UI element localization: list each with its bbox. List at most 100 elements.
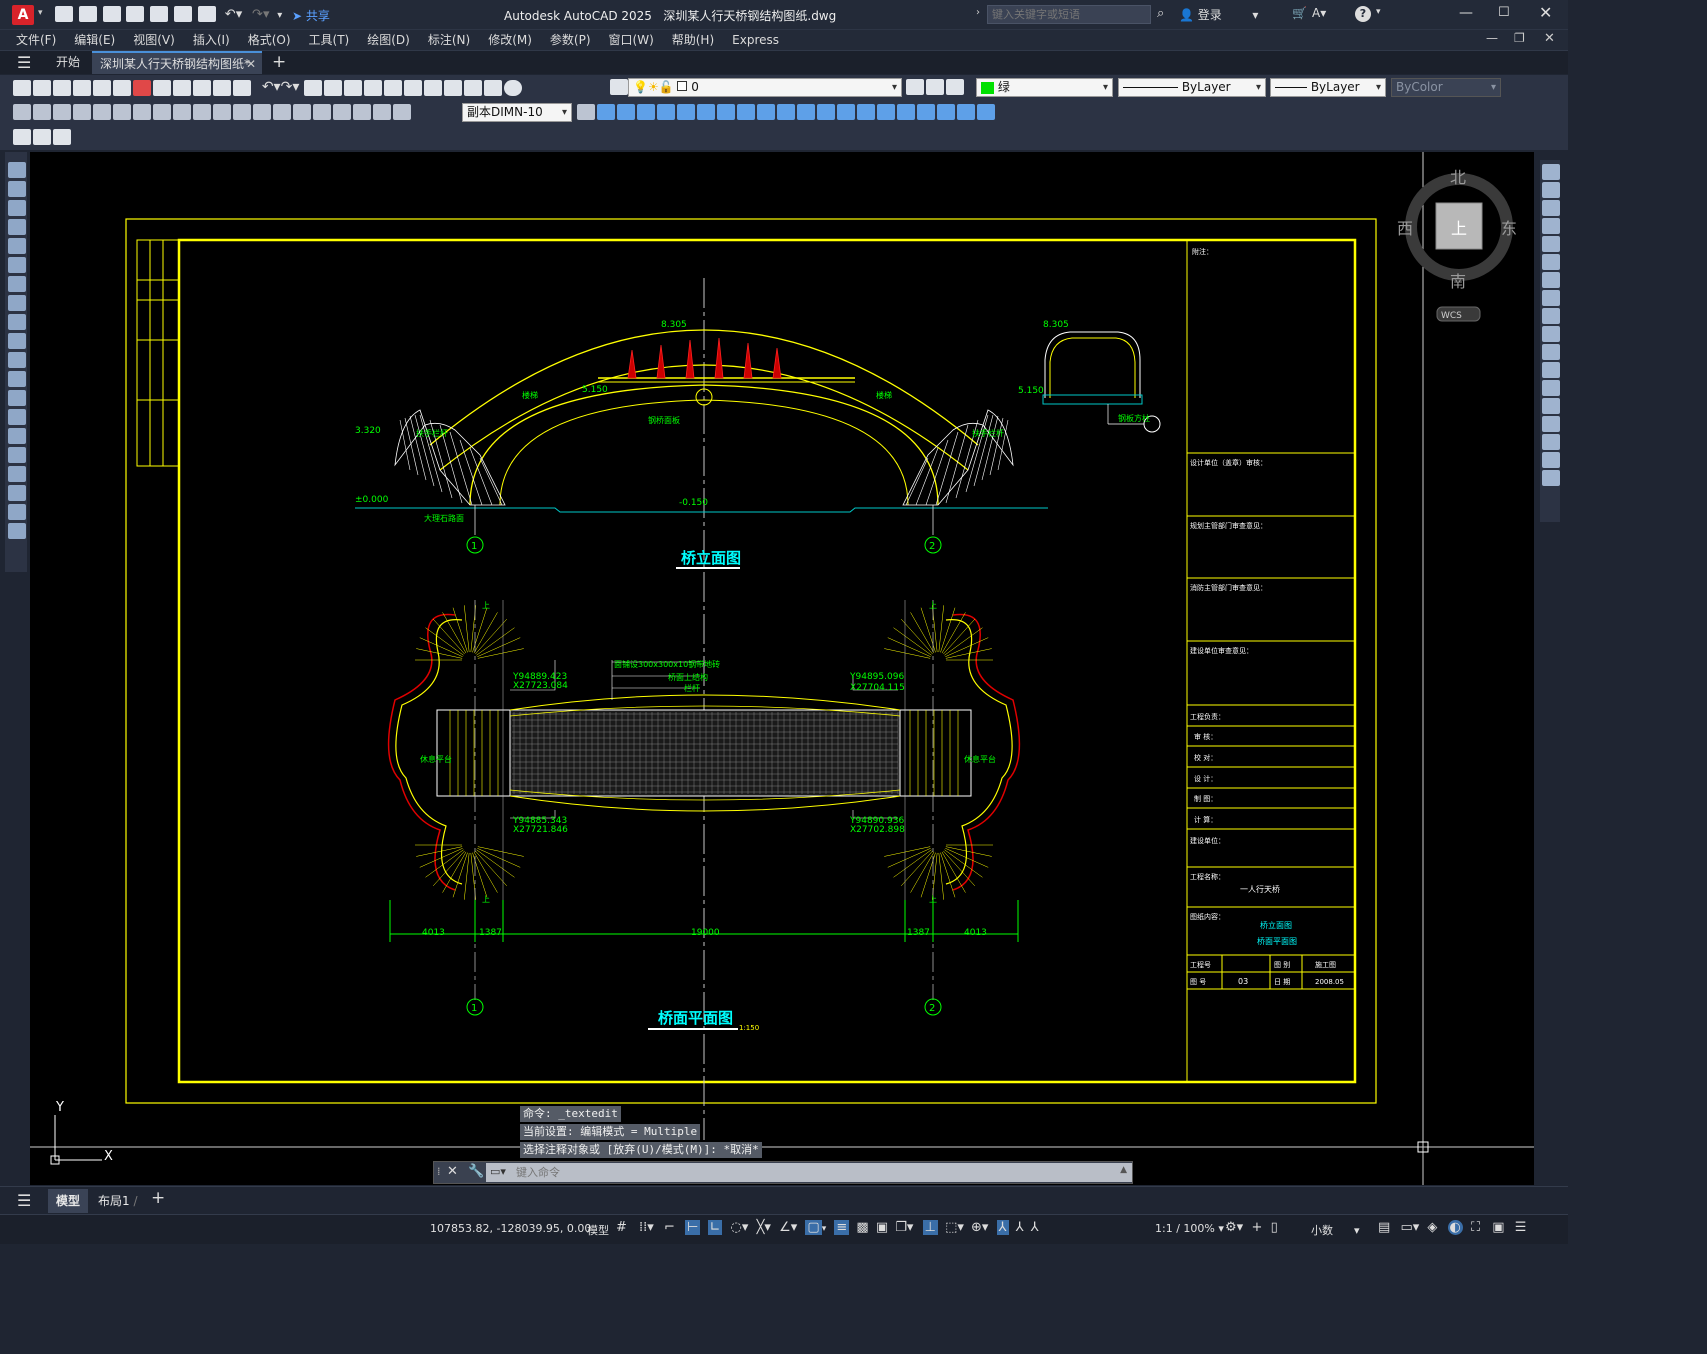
dim-continue-icon[interactable]	[213, 104, 231, 120]
isodraft-icon[interactable]: ╳▾	[757, 1220, 771, 1235]
array-icon[interactable]	[1542, 236, 1560, 252]
status-menu-icon[interactable]: ☰	[1515, 1220, 1527, 1235]
annotation-scale-icon[interactable]: ⅄	[1031, 1220, 1039, 1235]
layer-walk-icon[interactable]	[53, 129, 71, 145]
osnap-tracking-icon[interactable]: ∠▾	[779, 1220, 797, 1235]
plotstyle-dropdown[interactable]: ByColor ▾	[1391, 78, 1501, 97]
menu-insert[interactable]: 插入(I)	[184, 30, 239, 50]
dim-edit-icon[interactable]	[353, 104, 371, 120]
redo-icon[interactable]: ↷▾	[252, 7, 269, 22]
grid-icon[interactable]: #	[616, 1220, 627, 1235]
gizmo-icon[interactable]: ⊕▾	[971, 1220, 988, 1235]
tab-model[interactable]: 模型	[48, 1189, 88, 1213]
offset-icon[interactable]	[1542, 218, 1560, 234]
sphere-icon[interactable]	[617, 104, 635, 120]
layer-dropdown[interactable]: 💡☀🔓 0 ▾	[628, 78, 902, 97]
menu-edit[interactable]: 编辑(E)	[65, 30, 124, 50]
save-web-icon[interactable]	[174, 6, 193, 22]
region-icon[interactable]	[8, 466, 26, 482]
dim-update-icon[interactable]	[393, 104, 411, 120]
dim-style-icon[interactable]	[577, 104, 595, 120]
insert-block-icon[interactable]	[8, 371, 26, 387]
chamfer-icon[interactable]	[1542, 416, 1560, 432]
tool-palettes-icon[interactable]	[424, 79, 443, 96]
menu-parametric[interactable]: 参数(P)	[541, 30, 600, 50]
erase-icon[interactable]	[1542, 164, 1560, 180]
intersect-icon[interactable]	[857, 104, 875, 120]
design-center-icon[interactable]	[404, 79, 423, 96]
loft-icon[interactable]	[797, 104, 815, 120]
revcloud-icon[interactable]	[8, 295, 26, 311]
extrude-icon[interactable]	[737, 104, 755, 120]
units-dropdown[interactable]: 小数 ▾	[1311, 1222, 1360, 1238]
add-layout-icon[interactable]: +	[151, 1188, 165, 1208]
mtext-icon[interactable]	[8, 504, 26, 520]
3d-print-icon[interactable]	[133, 79, 151, 96]
zoom-previous-icon[interactable]	[364, 79, 383, 96]
dim-diameter-icon[interactable]	[133, 104, 151, 120]
dim-space-icon[interactable]	[233, 104, 251, 120]
slice-icon[interactable]	[897, 104, 915, 120]
dim-linear-icon[interactable]	[13, 104, 31, 120]
command-prompt-icon[interactable]: ▭▾	[490, 1165, 506, 1178]
auto-scale-icon[interactable]: ⅄	[1016, 1220, 1024, 1235]
viewcube-south[interactable]: 南	[1450, 272, 1466, 291]
help-search-input[interactable]	[987, 5, 1151, 24]
wedge-icon[interactable]	[677, 104, 695, 120]
transparency-icon[interactable]: ▩	[856, 1220, 868, 1235]
customize-status-icon[interactable]: ▣	[1492, 1220, 1504, 1235]
clean-screen-icon[interactable]: ⛶	[1471, 1220, 1480, 1235]
layer-states-icon[interactable]	[946, 79, 964, 95]
layer-manager-icon[interactable]	[609, 79, 629, 95]
save-icon[interactable]	[102, 6, 121, 22]
undo-icon[interactable]: ↶▾	[225, 7, 242, 22]
doc-close-icon[interactable]: ✕	[1544, 31, 1555, 46]
layer-isolate-icon[interactable]	[33, 129, 51, 145]
viewcube-north[interactable]: 北	[1450, 168, 1466, 187]
model-space-toggle[interactable]: 模型	[587, 1222, 609, 1238]
tab-close-icon[interactable]: ✕	[246, 53, 256, 76]
hardware-accel-icon[interactable]: ◐	[1447, 1220, 1463, 1235]
workspace-switch[interactable]: ⚙▾ + ▯	[1225, 1220, 1278, 1235]
rectangle-icon[interactable]	[8, 238, 26, 254]
menu-format[interactable]: 格式(O)	[239, 30, 300, 50]
doc-restore-icon[interactable]: ❐	[1514, 31, 1525, 45]
presspull-icon[interactable]	[877, 104, 895, 120]
viewcube[interactable]: 上 北 南 东 西 WCS	[1397, 168, 1517, 322]
undo-tool-icon[interactable]: ↶▾↷▾	[262, 79, 300, 95]
pan-icon[interactable]	[304, 79, 323, 96]
make-current-layer-icon[interactable]	[906, 79, 924, 95]
command-input[interactable]	[516, 1164, 1096, 1180]
dim-break-icon[interactable]	[253, 104, 271, 120]
infer-icon[interactable]: ⌐	[664, 1220, 675, 1235]
paste-icon[interactable]	[193, 79, 211, 96]
layout-menu-icon[interactable]: ☰	[17, 1191, 31, 1210]
mirror-icon[interactable]	[1542, 200, 1560, 216]
open-icon[interactable]	[78, 6, 97, 22]
viewcube-east[interactable]: 东	[1501, 219, 1517, 238]
linetype-dropdown[interactable]: ByLayer ▾	[1118, 78, 1266, 97]
torus-icon[interactable]	[697, 104, 715, 120]
qnew-icon[interactable]	[13, 79, 31, 96]
polar-icon[interactable]: ◌▾	[731, 1220, 749, 1235]
lineweight-toggle-icon[interactable]: ≡	[834, 1220, 850, 1235]
explode-icon[interactable]	[1542, 470, 1560, 486]
hamburger-menu-icon[interactable]: ☰	[17, 53, 31, 72]
tab-start[interactable]: 开始	[48, 51, 88, 74]
annotation-scale[interactable]: 1:1 / 100% ▾	[1155, 1222, 1224, 1235]
annotation-visibility-icon[interactable]: ⅄	[996, 1220, 1009, 1235]
center-mark-icon[interactable]	[293, 104, 311, 120]
selection-cycling-icon[interactable]: ▣	[876, 1220, 888, 1235]
menu-draw[interactable]: 绘图(D)	[358, 30, 419, 50]
properties-icon[interactable]	[384, 79, 403, 96]
make-block-icon[interactable]	[8, 390, 26, 406]
layer-match-icon[interactable]	[13, 129, 31, 145]
customize-qat-icon[interactable]: ▾	[277, 10, 282, 21]
table-icon[interactable]	[8, 485, 26, 501]
viewcube-wcs[interactable]: WCS	[1441, 311, 1462, 321]
quick-dim-icon[interactable]	[173, 104, 191, 120]
cut-icon[interactable]	[153, 79, 171, 96]
sign-in-button[interactable]: 👤 登录 ▾	[1179, 6, 1258, 23]
join-icon[interactable]	[1542, 398, 1560, 414]
cursor-coordinates[interactable]: 107853.82, -128039.95, 0.00	[430, 1222, 591, 1235]
